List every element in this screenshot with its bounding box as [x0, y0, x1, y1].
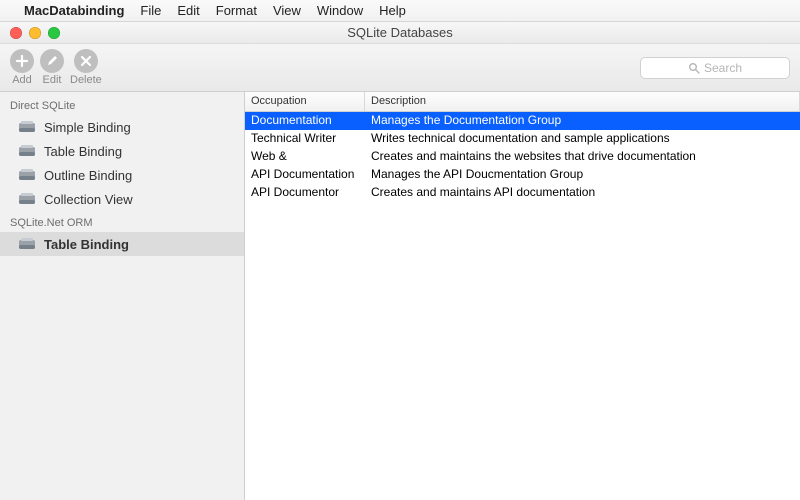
source-list[interactable]: Direct SQLite Simple Binding Table Bindi…: [0, 92, 245, 500]
sidebar-group-header: Direct SQLite: [0, 94, 244, 115]
sidebar-item-label: Simple Binding: [44, 120, 131, 135]
sidebar-item-table-binding[interactable]: Table Binding: [0, 139, 244, 163]
cell-occupation: Technical Writer: [245, 130, 365, 148]
disk-icon: [18, 120, 36, 134]
sidebar-item-label: Table Binding: [44, 144, 122, 159]
x-icon: [74, 49, 98, 73]
edit-button[interactable]: Edit: [40, 49, 64, 86]
delete-label: Delete: [70, 74, 102, 86]
column-header-occupation[interactable]: Occupation: [245, 92, 365, 111]
table-row[interactable]: API Documentor Creates and maintains API…: [245, 184, 800, 202]
cell-occupation: API Documentor: [245, 184, 365, 202]
app-window: SQLite Databases Add Edit Delete Search: [0, 22, 800, 500]
menu-window[interactable]: Window: [317, 3, 363, 18]
pencil-icon: [40, 49, 64, 73]
disk-icon: [18, 168, 36, 182]
window-controls: [0, 27, 60, 39]
plus-icon: [10, 49, 34, 73]
add-label: Add: [12, 74, 32, 86]
zoom-window-button[interactable]: [48, 27, 60, 39]
window-titlebar: SQLite Databases: [0, 22, 800, 44]
disk-icon: [18, 192, 36, 206]
menu-format[interactable]: Format: [216, 3, 257, 18]
search-placeholder: Search: [704, 61, 742, 75]
cell-occupation: API Documentation: [245, 166, 365, 184]
table-view: Occupation Description Documentation Man…: [245, 92, 800, 500]
close-window-button[interactable]: [10, 27, 22, 39]
cell-description: Creates and maintains the websites that …: [365, 148, 800, 166]
table-row[interactable]: API Documentation Manages the API Doucme…: [245, 166, 800, 184]
cell-description: Writes technical documentation and sampl…: [365, 130, 800, 148]
cell-occupation: Web &: [245, 148, 365, 166]
main-split: Direct SQLite Simple Binding Table Bindi…: [0, 92, 800, 500]
search-field[interactable]: Search: [640, 57, 790, 79]
sidebar-item-label: Outline Binding: [44, 168, 132, 183]
minimize-window-button[interactable]: [29, 27, 41, 39]
sidebar-item-label: Table Binding: [44, 237, 129, 252]
sidebar-group-header: SQLite.Net ORM: [0, 211, 244, 232]
system-menubar: MacDatabinding File Edit Format View Win…: [0, 0, 800, 22]
table-header: Occupation Description: [245, 92, 800, 112]
sidebar-item-label: Collection View: [44, 192, 133, 207]
menu-view[interactable]: View: [273, 3, 301, 18]
table-row[interactable]: Technical Writer Writes technical docume…: [245, 130, 800, 148]
menu-edit[interactable]: Edit: [177, 3, 199, 18]
toolbar: Add Edit Delete Search: [0, 44, 800, 92]
window-title: SQLite Databases: [0, 25, 800, 40]
disk-icon: [18, 144, 36, 158]
search-icon: [688, 62, 700, 74]
table-row[interactable]: Documentation Manages the Documentation …: [245, 112, 800, 130]
sidebar-item-collection-view[interactable]: Collection View: [0, 187, 244, 211]
table-body[interactable]: Documentation Manages the Documentation …: [245, 112, 800, 500]
edit-label: Edit: [43, 74, 62, 86]
column-header-description[interactable]: Description: [365, 92, 800, 111]
app-menu[interactable]: MacDatabinding: [24, 3, 124, 18]
sidebar-item-simple-binding[interactable]: Simple Binding: [0, 115, 244, 139]
menu-file[interactable]: File: [140, 3, 161, 18]
cell-occupation: Documentation: [245, 112, 365, 130]
disk-icon: [18, 237, 36, 251]
delete-button[interactable]: Delete: [70, 49, 102, 86]
sidebar-item-orm-table-binding[interactable]: Table Binding: [0, 232, 244, 256]
cell-description: Manages the Documentation Group: [365, 112, 800, 130]
add-button[interactable]: Add: [10, 49, 34, 86]
menu-help[interactable]: Help: [379, 3, 406, 18]
cell-description: Creates and maintains API documentation: [365, 184, 800, 202]
cell-description: Manages the API Doucmentation Group: [365, 166, 800, 184]
table-row[interactable]: Web & Creates and maintains the websites…: [245, 148, 800, 166]
sidebar-item-outline-binding[interactable]: Outline Binding: [0, 163, 244, 187]
